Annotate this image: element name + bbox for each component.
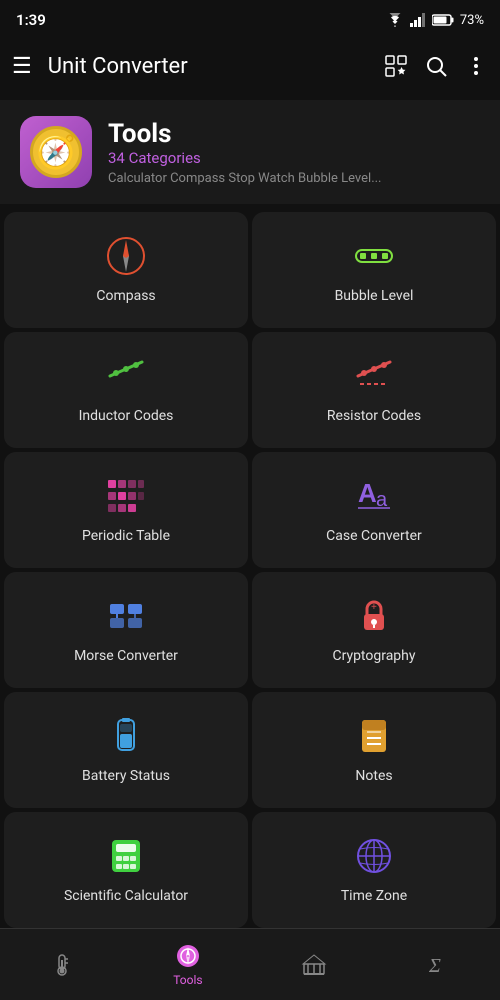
resistor-codes-label: Resistor Codes bbox=[327, 408, 421, 424]
grid-item-resistor-codes[interactable]: Resistor Codes bbox=[252, 332, 496, 448]
morse-converter-label: Morse Converter bbox=[74, 648, 178, 664]
grid-item-battery-status[interactable]: Battery Status bbox=[4, 692, 248, 808]
wifi-icon bbox=[386, 13, 404, 27]
header-card: 🧭 Tools 34 Categories Calculator Compass… bbox=[0, 100, 500, 204]
notes-icon bbox=[354, 716, 394, 756]
battery-icon bbox=[432, 14, 454, 26]
grid-item-morse-converter[interactable]: Morse Converter bbox=[4, 572, 248, 688]
grid-item-compass[interactable]: Compass bbox=[4, 212, 248, 328]
periodic-table-label: Periodic Table bbox=[82, 528, 170, 544]
periodic-table-icon bbox=[106, 476, 146, 516]
header-desc: Calculator Compass Stop Watch Bubble Lev… bbox=[108, 171, 480, 186]
bubble-level-label: Bubble Level bbox=[335, 288, 414, 304]
case-converter-icon: A a bbox=[354, 476, 394, 516]
time-zone-label: Time Zone bbox=[341, 888, 407, 904]
compass-emoji: 🧭 bbox=[36, 133, 76, 171]
grid-item-time-zone[interactable]: Time Zone bbox=[252, 812, 496, 928]
more-icon[interactable] bbox=[464, 54, 488, 78]
battery-percent: 73% bbox=[460, 13, 484, 28]
tools-grid: Compass Bubble Level Inductor Codes bbox=[0, 208, 500, 928]
nav-item-converter[interactable] bbox=[281, 944, 347, 986]
menu-button[interactable]: ☰ bbox=[12, 54, 32, 79]
svg-text:A: A bbox=[358, 478, 377, 508]
scientific-calculator-icon bbox=[106, 836, 146, 876]
battery-status-label: Battery Status bbox=[82, 768, 170, 784]
grid-item-notes[interactable]: Notes bbox=[252, 692, 496, 808]
header-info: Tools 34 Categories Calculator Compass S… bbox=[108, 119, 480, 186]
search-icon[interactable] bbox=[424, 54, 448, 78]
cryptography-icon: + bbox=[354, 596, 394, 636]
compass-icon bbox=[106, 236, 146, 276]
tools-nav-label: Tools bbox=[173, 973, 202, 987]
status-time: 1:39 bbox=[16, 11, 46, 29]
grid-item-inductor-codes[interactable]: Inductor Codes bbox=[4, 332, 248, 448]
svg-text:Σ: Σ bbox=[428, 955, 441, 977]
nav-item-math[interactable]: Σ bbox=[405, 944, 471, 986]
grid-item-cryptography[interactable]: + Cryptography bbox=[252, 572, 496, 688]
header-subtitle: 34 Categories bbox=[108, 149, 480, 167]
notes-label: Notes bbox=[355, 768, 392, 784]
bubble-level-icon bbox=[354, 236, 394, 276]
compass-label: Compass bbox=[96, 288, 155, 304]
status-icons: 73% bbox=[386, 13, 484, 28]
grid-item-bubble-level[interactable]: Bubble Level bbox=[252, 212, 496, 328]
svg-text:+: + bbox=[371, 602, 377, 613]
bottom-nav: Tools Σ bbox=[0, 928, 500, 1000]
time-zone-icon bbox=[354, 836, 394, 876]
case-converter-label: Case Converter bbox=[326, 528, 422, 544]
app-bar-actions bbox=[384, 54, 488, 78]
grid-item-periodic-table[interactable]: Periodic Table bbox=[4, 452, 248, 568]
resistor-codes-icon bbox=[354, 356, 394, 396]
cryptography-label: Cryptography bbox=[332, 648, 415, 664]
tools-nav-icon bbox=[175, 943, 201, 969]
app-title: Unit Converter bbox=[48, 54, 384, 79]
app-logo: 🧭 bbox=[20, 116, 92, 188]
status-bar: 1:39 73% bbox=[0, 0, 500, 36]
favorites-icon[interactable] bbox=[384, 54, 408, 78]
inductor-codes-label: Inductor Codes bbox=[79, 408, 174, 424]
battery-status-icon bbox=[106, 716, 146, 756]
thermometer-nav-icon bbox=[49, 952, 75, 978]
sigma-nav-icon: Σ bbox=[425, 952, 451, 978]
grid-item-scientific-calculator[interactable]: Scientific Calculator bbox=[4, 812, 248, 928]
scientific-calculator-label: Scientific Calculator bbox=[64, 888, 188, 904]
signal-icon bbox=[410, 13, 426, 27]
nav-item-tools[interactable]: Tools bbox=[153, 935, 222, 995]
app-bar: ☰ Unit Converter bbox=[0, 36, 500, 96]
bank-nav-icon bbox=[301, 952, 327, 978]
nav-item-temperature[interactable] bbox=[29, 944, 95, 986]
inductor-codes-icon bbox=[106, 356, 146, 396]
header-title: Tools bbox=[108, 119, 480, 149]
grid-item-case-converter[interactable]: A a Case Converter bbox=[252, 452, 496, 568]
content-area: 🧭 Tools 34 Categories Calculator Compass… bbox=[0, 96, 500, 928]
compass-logo-icon: 🧭 bbox=[30, 126, 82, 178]
morse-converter-icon bbox=[106, 596, 146, 636]
